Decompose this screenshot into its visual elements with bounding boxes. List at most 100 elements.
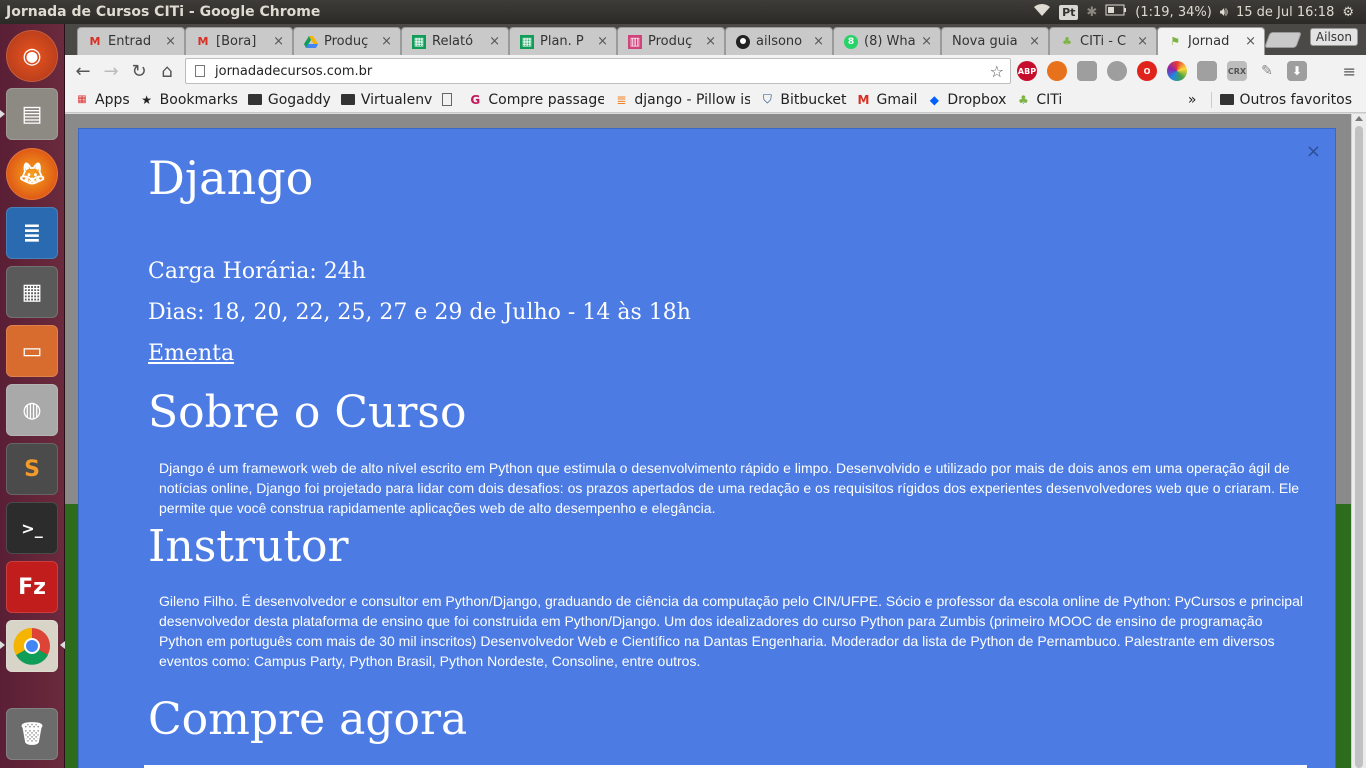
close-icon[interactable]: × [705, 34, 716, 49]
bluetooth-icon[interactable]: ✱ [1086, 5, 1097, 20]
libreoffice-impress-icon[interactable]: ▭ [6, 325, 58, 377]
tab[interactable]: ailsono × [725, 27, 833, 55]
close-icon[interactable]: × [489, 34, 500, 49]
trello-icon: ▥ [628, 34, 642, 49]
tab-strip: M Entrad × M [Bora] × Produç × ▦ Relató … [65, 24, 1366, 55]
close-icon[interactable]: × [813, 34, 824, 49]
reload-button[interactable]: ↻ [125, 57, 153, 85]
firefox-icon[interactable]: 🦊︎ [6, 148, 58, 200]
github-icon [736, 34, 750, 49]
bookmark-label: Gmail [876, 91, 918, 108]
keyboard-layout-indicator[interactable]: Pt [1059, 4, 1079, 20]
bookmark-item[interactable]: G Compre passage [468, 92, 604, 108]
scroll-up-arrow-icon[interactable] [1355, 116, 1363, 121]
close-icon[interactable]: × [273, 34, 284, 49]
address-bar[interactable]: jornadadecursos.com.br ☆ [185, 58, 1011, 84]
bookmark-item[interactable]: ♣ CITi [1016, 92, 1062, 108]
new-tab-button[interactable] [1264, 32, 1302, 48]
bookmark-label: Dropbox [947, 91, 1007, 108]
tab-label: Plan. P [540, 34, 584, 49]
close-icon[interactable]: × [1029, 34, 1040, 49]
sublime-text-icon[interactable]: S [6, 443, 58, 495]
battery-icon[interactable] [1105, 4, 1127, 20]
other-bookmarks-folder[interactable]: Outros favoritos [1210, 91, 1352, 108]
close-icon[interactable]: × [921, 34, 932, 49]
tab-label: Entrad [108, 34, 152, 49]
chrome-icon[interactable] [6, 620, 58, 672]
unity-launcher: ◉ ▤ 🦊︎ ≣ ▦ ▭ ◍ S >_ Fz 🗑︎ [0, 24, 65, 768]
bookmark-item[interactable]: ⛉ Bitbucket [760, 92, 847, 108]
close-icon[interactable]: × [1137, 34, 1148, 49]
extension-icon[interactable] [1107, 61, 1127, 81]
tab[interactable]: M Entrad × [77, 27, 185, 55]
sheets-icon: ▦ [412, 34, 426, 49]
settings-gear-icon[interactable]: ⚙ [1342, 5, 1354, 20]
disks-icon[interactable]: ◍ [6, 384, 58, 436]
volume-icon[interactable]: 🔊︎ [1220, 5, 1228, 20]
profile-button[interactable]: Ailson [1309, 28, 1358, 46]
tab[interactable]: 8 (8) Wha × [833, 27, 941, 55]
dropbox-icon: ◆ [929, 92, 939, 107]
tab-label: Jornad [1188, 34, 1230, 49]
close-icon[interactable]: × [597, 34, 608, 49]
tab[interactable]: ▦ Relató × [401, 27, 509, 55]
extension-icon[interactable] [1077, 61, 1097, 81]
vertical-scrollbar[interactable] [1351, 114, 1366, 768]
wifi-icon[interactable] [1033, 3, 1051, 21]
bookmark-item[interactable]: ◆ Dropbox [927, 91, 1007, 108]
libreoffice-writer-icon[interactable]: ≣ [6, 207, 58, 259]
tab[interactable]: ♣ CITi - C × [1049, 27, 1157, 55]
trash-icon[interactable]: 🗑︎ [6, 708, 58, 760]
bookmark-item[interactable]: M Gmail [857, 92, 918, 108]
opera-icon[interactable]: O [1137, 61, 1157, 81]
apps-icon: ▦ [77, 94, 87, 105]
system-monitor-icon[interactable]: ▦ [6, 266, 58, 318]
extensions: ABP O CRX ✎ ⬇ [1017, 61, 1307, 81]
running-indicator [0, 110, 5, 118]
bookmark-folder[interactable]: Gogaddy [247, 92, 331, 108]
bookmark-item[interactable]: ★ Bookmarks [140, 92, 238, 108]
tab[interactable]: M [Bora] × [185, 27, 293, 55]
instructor-text: Gileno Filho. É desenvolvedor e consulto… [159, 593, 1303, 669]
home-button[interactable]: ⌂ [153, 57, 181, 85]
tab[interactable]: ▦ Plan. P × [509, 27, 617, 55]
bookmark-item[interactable] [442, 93, 458, 106]
forward-button[interactable]: → [97, 57, 125, 85]
course-workload: Carga Horária: 24h [148, 259, 366, 284]
menu-icon[interactable]: ≡ [1343, 62, 1356, 81]
tab[interactable]: ▥ Produç × [617, 27, 725, 55]
battery-status[interactable]: (1:19, 34%) [1135, 5, 1212, 20]
bookmark-item[interactable]: ≣ django - Pillow is [614, 92, 750, 108]
files-icon[interactable]: ▤ [6, 88, 58, 140]
bookmarks-overflow-button[interactable]: » [1188, 92, 1197, 108]
bookmark-item[interactable]: ▦ Apps [75, 92, 129, 108]
close-icon[interactable]: × [381, 34, 392, 49]
close-icon[interactable]: × [1245, 34, 1256, 49]
back-button[interactable]: ← [69, 57, 97, 85]
syllabus-link[interactable]: Ementa [148, 341, 234, 366]
bookmark-folder[interactable]: Virtualenv [340, 92, 432, 108]
close-icon[interactable]: × [165, 34, 176, 49]
extension-icon[interactable] [1197, 61, 1217, 81]
terminal-icon[interactable]: >_ [6, 502, 58, 554]
clock[interactable]: 15 de Jul 16:18 [1236, 5, 1334, 20]
gmail-icon: M [89, 35, 101, 48]
scroll-thumb[interactable] [1355, 126, 1363, 768]
extension-icon[interactable]: ✎ [1257, 61, 1277, 81]
ubuntu-dash-icon[interactable]: ◉ [6, 30, 58, 82]
close-icon[interactable]: × [1306, 141, 1321, 162]
drive-icon [304, 35, 318, 49]
url-text[interactable]: jornadadecursos.com.br [215, 64, 372, 79]
bookmark-star-icon[interactable]: ☆ [990, 62, 1004, 81]
page-icon [442, 93, 453, 106]
adblock-plus-icon[interactable]: ABP [1017, 61, 1037, 81]
filezilla-icon[interactable]: Fz [6, 561, 58, 613]
tab[interactable]: Produç × [293, 27, 401, 55]
tab[interactable]: Nova guia × [941, 27, 1049, 55]
color-picker-icon[interactable] [1167, 61, 1187, 81]
crx-icon[interactable]: CRX [1227, 61, 1247, 81]
tab-active[interactable]: ⚑ Jornad × [1157, 27, 1265, 55]
download-icon[interactable]: ⬇ [1287, 61, 1307, 81]
indicator-area: Pt ✱ (1:19, 34%) 🔊︎ 15 de Jul 16:18 ⚙ [1033, 3, 1366, 21]
firebug-icon[interactable] [1047, 61, 1067, 81]
